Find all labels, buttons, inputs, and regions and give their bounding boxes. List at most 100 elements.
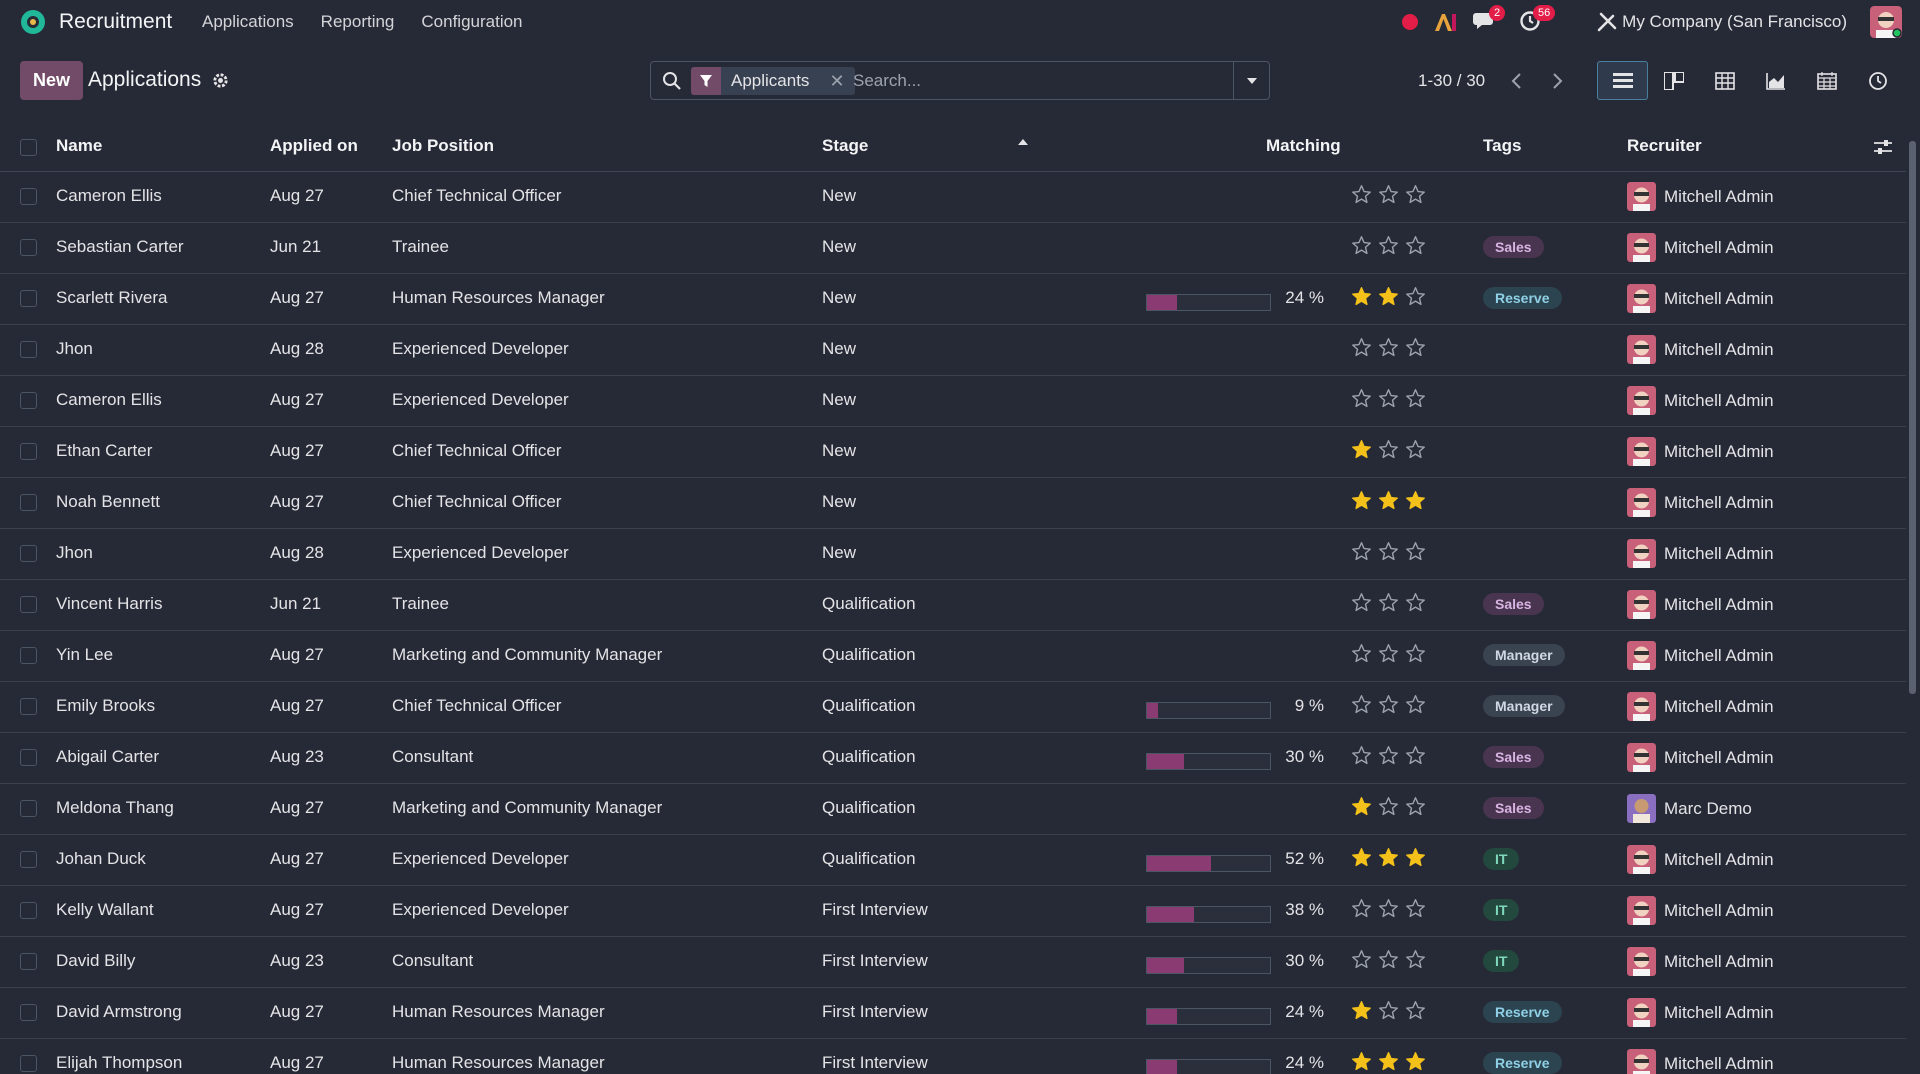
table-row[interactable]: Abigail Carter Aug 23 Consultant Qualificat… [0,733,1906,784]
star-empty-icon[interactable] [1378,592,1399,613]
star-empty-icon[interactable] [1378,439,1399,460]
company-switcher[interactable]: My Company (San Francisco) [1622,12,1847,32]
priority-stars[interactable] [1351,286,1426,307]
table-row[interactable]: Meldona Thang Aug 27 Marketing and Communi… [0,784,1906,835]
row-checkbox[interactable] [20,749,37,766]
star-empty-icon[interactable] [1378,541,1399,562]
scrollbar[interactable] [1906,123,1920,1074]
star-empty-icon[interactable] [1351,694,1372,715]
messages-button[interactable]: 2 [1473,5,1506,34]
priority-stars[interactable] [1351,745,1426,766]
star-filled-icon[interactable] [1405,490,1426,511]
recruiter[interactable]: Mitchell Admin [1627,386,1774,415]
priority-stars[interactable] [1351,184,1426,205]
star-filled-icon[interactable] [1351,847,1372,868]
table-row[interactable]: Jhon Aug 28 Experienced Developer New Mitche… [0,529,1906,580]
column-stage[interactable]: Stage [822,136,868,156]
star-empty-icon[interactable] [1405,541,1426,562]
recruiter[interactable]: Marc Demo [1627,794,1752,823]
star-empty-icon[interactable] [1378,643,1399,664]
table-row[interactable]: Cameron Ellis Aug 27 Experienced Developer… [0,376,1906,427]
recruitment-app-icon[interactable] [20,9,46,35]
star-filled-icon[interactable] [1351,490,1372,511]
row-checkbox[interactable] [20,443,37,460]
scroll-thumb[interactable] [1909,141,1916,694]
priority-stars[interactable] [1351,337,1426,358]
recruiter[interactable]: Mitchell Admin [1627,590,1774,619]
row-checkbox[interactable] [20,239,37,256]
table-row[interactable]: Jhon Aug 28 Experienced Developer New Mitche… [0,325,1906,376]
star-empty-icon[interactable] [1378,184,1399,205]
star-empty-icon[interactable] [1378,694,1399,715]
star-empty-icon[interactable] [1405,1000,1426,1021]
column-applied-on[interactable]: Applied on [270,136,358,156]
column-matching[interactable]: Matching [1266,136,1341,156]
priority-stars[interactable] [1351,694,1426,715]
star-empty-icon[interactable] [1351,592,1372,613]
new-button[interactable]: New [20,61,83,100]
star-empty-icon[interactable] [1351,745,1372,766]
star-empty-icon[interactable] [1405,643,1426,664]
star-filled-icon[interactable] [1378,490,1399,511]
column-recruiter[interactable]: Recruiter [1627,136,1702,156]
row-checkbox[interactable] [20,341,37,358]
optional-columns-icon[interactable] [1873,138,1893,156]
search-options-toggle[interactable] [1233,62,1269,99]
star-empty-icon[interactable] [1405,286,1426,307]
table-row[interactable]: Vincent Harris Jun 21 Trainee Qualification… [0,580,1906,631]
table-row[interactable]: Elijah Thompson Aug 27 Human Resources Man… [0,1039,1906,1074]
star-empty-icon[interactable] [1405,184,1426,205]
star-filled-icon[interactable] [1405,847,1426,868]
star-filled-icon[interactable] [1378,286,1399,307]
activities-button[interactable]: 56 [1519,5,1556,34]
row-checkbox[interactable] [20,596,37,613]
star-empty-icon[interactable] [1378,796,1399,817]
select-all-checkbox[interactable] [20,139,37,156]
priority-stars[interactable] [1351,796,1426,817]
priority-stars[interactable] [1351,592,1426,613]
recruiter[interactable]: Mitchell Admin [1627,896,1774,925]
priority-stars[interactable] [1351,439,1426,460]
ai-icon[interactable] [1433,11,1457,33]
recruiter[interactable]: Mitchell Admin [1627,947,1774,976]
recruiter[interactable]: Mitchell Admin [1627,488,1774,517]
table-row[interactable]: Emily Brooks Aug 27 Chief Technical Office… [0,682,1906,733]
star-filled-icon[interactable] [1351,439,1372,460]
star-empty-icon[interactable] [1351,949,1372,970]
row-checkbox[interactable] [20,698,37,715]
recruiter[interactable]: Mitchell Admin [1627,692,1774,721]
star-empty-icon[interactable] [1351,898,1372,919]
star-empty-icon[interactable] [1351,184,1372,205]
graph-view-button[interactable] [1750,61,1801,100]
column-name[interactable]: Name [56,136,102,156]
star-empty-icon[interactable] [1405,796,1426,817]
priority-stars[interactable] [1351,847,1426,868]
star-empty-icon[interactable] [1405,388,1426,409]
gear-icon[interactable] [211,71,230,90]
star-empty-icon[interactable] [1351,541,1372,562]
priority-stars[interactable] [1351,388,1426,409]
pager-value[interactable]: 1-30 / 30 [1418,71,1485,91]
table-row[interactable]: Cameron Ellis Aug 27 Chief Technical Offic… [0,172,1906,223]
recruiter[interactable]: Mitchell Admin [1627,437,1774,466]
table-row[interactable]: David Billy Aug 23 Consultant First Intervi… [0,937,1906,988]
column-job-position[interactable]: Job Position [392,136,494,156]
star-empty-icon[interactable] [1351,643,1372,664]
star-empty-icon[interactable] [1378,337,1399,358]
recruiter[interactable]: Mitchell Admin [1627,998,1774,1027]
star-empty-icon[interactable] [1405,898,1426,919]
recruiter[interactable]: Mitchell Admin [1627,335,1774,364]
row-checkbox[interactable] [20,494,37,511]
facet-remove-icon[interactable]: ✕ [829,71,844,92]
star-filled-icon[interactable] [1378,847,1399,868]
row-checkbox[interactable] [20,1004,37,1021]
priority-stars[interactable] [1351,949,1426,970]
recruiter[interactable]: Mitchell Admin [1627,539,1774,568]
calendar-view-button[interactable] [1801,61,1852,100]
list-view-button[interactable] [1597,61,1648,100]
row-checkbox[interactable] [20,290,37,307]
star-empty-icon[interactable] [1405,745,1426,766]
star-empty-icon[interactable] [1405,337,1426,358]
star-empty-icon[interactable] [1378,745,1399,766]
star-filled-icon[interactable] [1351,796,1372,817]
